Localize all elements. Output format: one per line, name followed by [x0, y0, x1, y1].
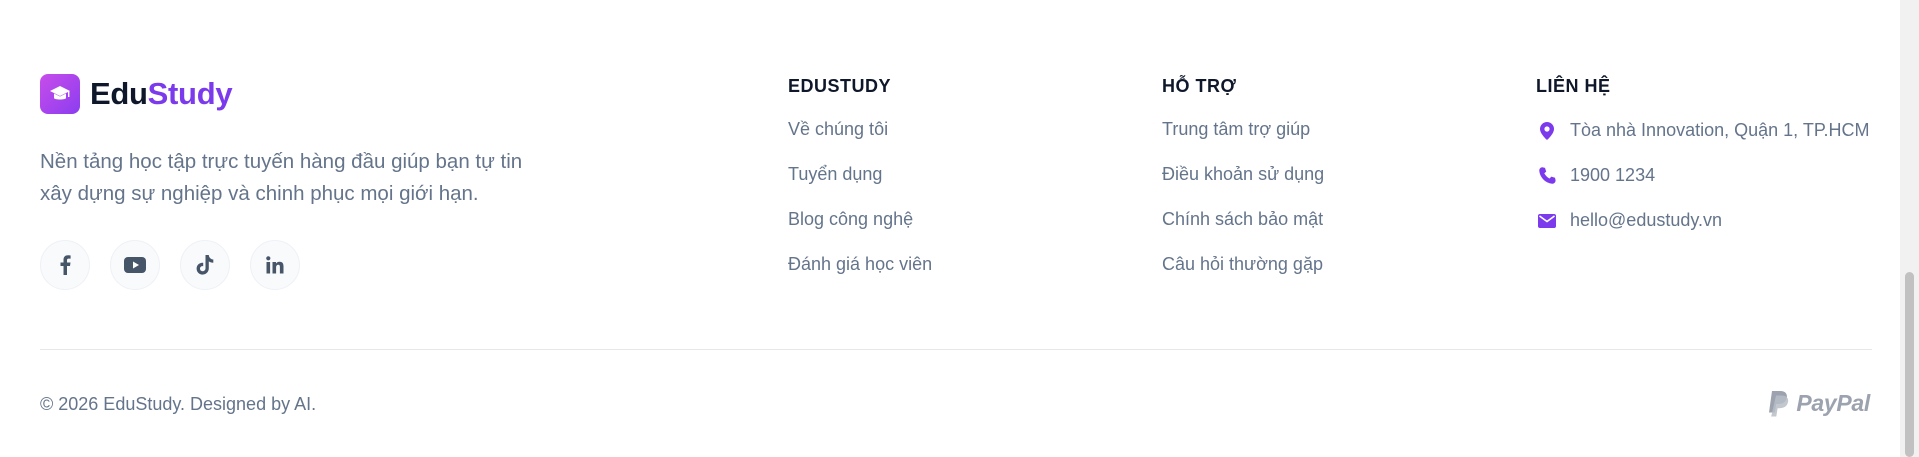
link-tech-blog[interactable]: Blog công nghệ — [788, 209, 932, 254]
column-title-contact: LIÊN HỆ — [1536, 76, 1611, 96]
link-help-center[interactable]: Trung tâm trợ giúp — [1162, 119, 1324, 164]
location-pin-icon — [1536, 121, 1558, 140]
contact-address-text: Tòa nhà Innovation, Quận 1, TP.HCM — [1570, 120, 1870, 140]
footer-column-contact: LIÊN HỆ Tòa nhà Innovation, Quận 1, TP.H… — [1536, 76, 1870, 243]
link-privacy-policy[interactable]: Chính sách bảo mật — [1162, 209, 1324, 254]
envelope-icon — [1536, 213, 1558, 228]
brand-logo[interactable]: EduStudy — [40, 74, 233, 114]
brand-name-part2: Study — [147, 76, 233, 111]
facebook-icon — [60, 255, 71, 275]
social-links — [40, 240, 300, 290]
site-footer: EduStudy Nền tảng học tập trực tuyến hàn… — [0, 0, 1900, 457]
footer-column-support: HỖ TRỢ Trung tâm trợ giúp Điều khoản sử … — [1162, 76, 1324, 299]
page-scrollbar[interactable] — [1900, 0, 1919, 457]
copyright-text: © 2026 EduStudy. Designed by AI. — [40, 394, 317, 414]
linkedin-button[interactable] — [250, 240, 300, 290]
footer-divider — [40, 349, 1872, 350]
tiktok-button[interactable] — [180, 240, 230, 290]
link-about-us[interactable]: Về chúng tôi — [788, 119, 932, 164]
contact-phone-text: 1900 1234 — [1570, 165, 1656, 185]
column-title-support: HỖ TRỢ — [1162, 76, 1237, 96]
scrollbar-thumb[interactable] — [1905, 272, 1914, 457]
brand-name: EduStudy — [90, 76, 233, 112]
column-title-edustudy: EDUSTUDY — [788, 76, 892, 96]
linkedin-icon — [266, 256, 284, 274]
tiktok-icon — [196, 255, 214, 275]
youtube-icon — [124, 257, 146, 273]
paypal-label: PayPal — [1796, 390, 1870, 416]
paypal-icon — [1769, 390, 1789, 416]
contact-address: Tòa nhà Innovation, Quận 1, TP.HCM — [1536, 108, 1870, 153]
link-terms-of-use[interactable]: Điều khoản sử dụng — [1162, 164, 1324, 209]
phone-icon — [1536, 167, 1558, 184]
contact-phone[interactable]: 1900 1234 — [1536, 153, 1870, 198]
link-careers[interactable]: Tuyển dụng — [788, 164, 932, 209]
youtube-button[interactable] — [110, 240, 160, 290]
graduation-cap-icon — [40, 74, 80, 114]
brand-description: Nền tảng học tập trực tuyến hàng đầu giú… — [40, 150, 523, 205]
brand-name-part1: Edu — [90, 76, 148, 111]
contact-email[interactable]: hello@edustudy.vn — [1536, 198, 1870, 243]
paypal-badge: PayPal — [1768, 390, 1870, 417]
link-student-reviews[interactable]: Đánh giá học viên — [788, 254, 932, 299]
facebook-button[interactable] — [40, 240, 90, 290]
footer-column-edustudy: EDUSTUDY Về chúng tôi Tuyển dụng Blog cô… — [788, 76, 932, 299]
contact-email-text: hello@edustudy.vn — [1570, 210, 1723, 230]
link-faq[interactable]: Câu hỏi thường gặp — [1162, 254, 1324, 299]
